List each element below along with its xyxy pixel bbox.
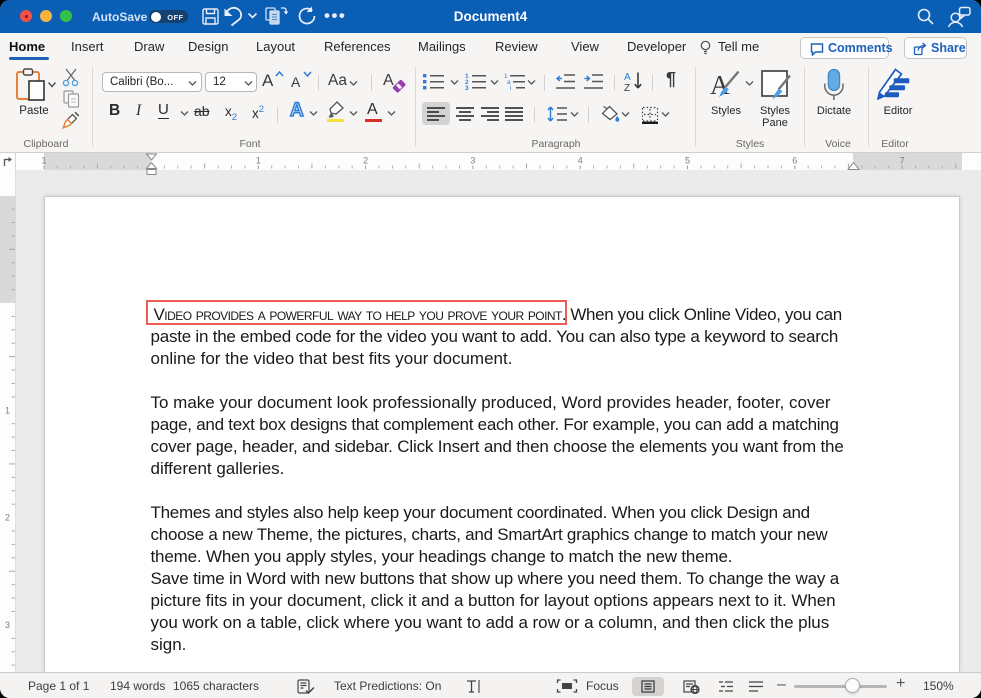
svg-text:1: 1	[256, 156, 261, 166]
svg-text:A: A	[624, 72, 631, 83]
svg-text:6: 6	[792, 156, 797, 166]
svg-text:2: 2	[5, 513, 10, 523]
svg-text:4: 4	[578, 156, 583, 166]
svg-text:i: i	[510, 85, 511, 90]
svg-text:3: 3	[465, 85, 469, 90]
svg-text:1: 1	[41, 156, 46, 166]
svg-text:7: 7	[900, 156, 905, 166]
svg-text:1: 1	[5, 405, 10, 415]
svg-text:Z: Z	[624, 83, 630, 92]
svg-text:2: 2	[363, 156, 368, 166]
svg-text:3: 3	[5, 620, 10, 630]
svg-text:5: 5	[685, 156, 690, 166]
svg-text:3: 3	[470, 156, 475, 166]
